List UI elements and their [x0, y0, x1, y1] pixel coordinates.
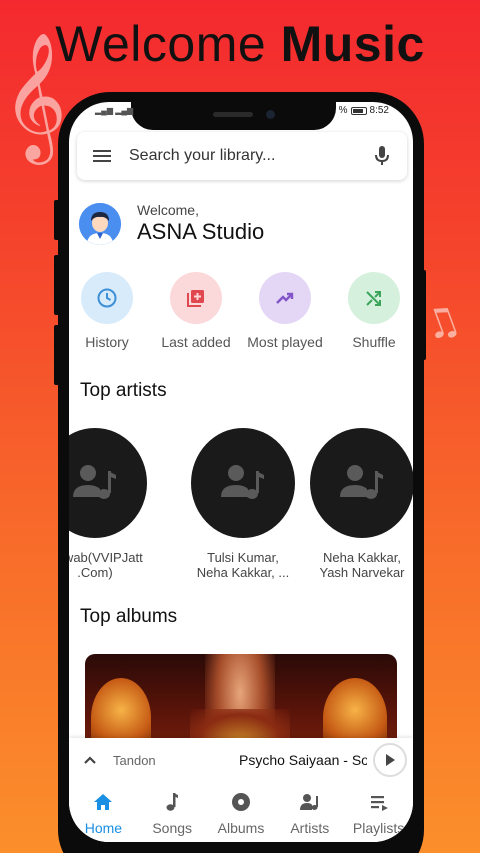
search-input[interactable]: [129, 147, 359, 165]
mini-player-title: Psycho Saiyaan - So: [239, 752, 367, 768]
artist-name: Neha Kakkar, Yash Narvekar: [319, 550, 405, 580]
headline-light: Welcome: [55, 16, 267, 72]
welcome-name: ASNA Studio: [137, 219, 265, 244]
welcome-greeting: Welcome,: [137, 202, 199, 218]
nav-songs[interactable]: Songs: [138, 782, 207, 842]
nav-home[interactable]: Home: [69, 782, 138, 842]
status-time: 8:52: [369, 105, 389, 116]
artist-name: Nawab(VVIPJatt .Com): [69, 550, 143, 580]
nav-albums[interactable]: Albums: [207, 782, 276, 842]
phone-side-button: [420, 270, 426, 360]
quick-action-label: Most played: [247, 334, 323, 350]
quick-action-most-played[interactable]: Most played: [241, 272, 329, 350]
album-icon: [231, 793, 250, 811]
nav-artists[interactable]: Artists: [275, 782, 344, 842]
artist-placeholder-icon: [69, 428, 147, 538]
bottom-nav: Home Songs Albums Artists Playlists: [69, 782, 413, 842]
phone-side-button: [54, 325, 60, 385]
banner-headline: Welcome Music: [0, 14, 480, 74]
treble-clef-icon: 𝄞: [2, 31, 68, 159]
quick-action-label: Shuffle: [352, 334, 396, 350]
nav-playlists[interactable]: Playlists: [344, 782, 413, 842]
artist-card[interactable]: Nawab(VVIPJatt .Com): [69, 428, 155, 580]
nav-label: Albums: [217, 820, 265, 836]
quick-action-label: Last added: [161, 334, 231, 350]
nav-label: Home: [84, 820, 123, 836]
artist-placeholder-icon: [191, 428, 295, 538]
avatar[interactable]: [79, 202, 121, 245]
battery-icon: [350, 106, 367, 115]
status-right: % 8:52: [339, 105, 389, 116]
menu-icon[interactable]: [93, 147, 111, 165]
top-artists-heading: Top artists: [80, 380, 167, 401]
phone-notch: [131, 102, 336, 130]
playlist-add-icon: [170, 272, 222, 324]
play-icon: [386, 754, 395, 766]
artist-placeholder-icon: [310, 428, 413, 538]
phone-side-button: [54, 255, 60, 315]
artist-card[interactable]: Tulsi Kumar, Neha Kakkar, ...: [183, 428, 303, 580]
artists-carousel: Nawab(VVIPJatt .Com) Tulsi Kumar, Neha K…: [69, 428, 413, 588]
quick-action-history[interactable]: History: [69, 272, 151, 350]
mini-player-artist: Tandon: [113, 752, 156, 768]
artist-icon: [299, 794, 318, 810]
nav-label: Playlists: [352, 820, 405, 836]
history-icon: [81, 272, 133, 324]
quick-action-label: History: [85, 334, 129, 350]
quick-action-shuffle[interactable]: Shuffle: [330, 272, 413, 350]
home-icon: [94, 794, 113, 810]
play-button[interactable]: [373, 743, 407, 777]
mini-player[interactable]: Tandon Psycho Saiyaan - So: [69, 738, 413, 782]
mic-icon[interactable]: [375, 146, 389, 166]
artist-card[interactable]: Neha Kakkar, Yash Narvekar: [302, 428, 413, 580]
phone-side-button: [54, 200, 60, 240]
artist-name: Tulsi Kumar, Neha Kakkar, ...: [196, 550, 290, 580]
chevron-up-icon[interactable]: [83, 755, 97, 765]
music-note-icon: [166, 793, 179, 811]
trending-up-icon: [259, 272, 311, 324]
quick-action-last-added[interactable]: Last added: [152, 272, 240, 350]
phone-screen: ▂▄▆ ▂▄▆ % 8:52 Welcome, ASNA Studio: [69, 102, 413, 842]
quick-actions: History Last added Most played Shuffle: [69, 272, 413, 352]
search-bar: [77, 132, 407, 180]
nav-label: Artists: [290, 820, 330, 836]
shuffle-icon: [348, 272, 400, 324]
playlist-icon: [370, 796, 388, 811]
welcome-block: Welcome, ASNA Studio: [79, 202, 264, 245]
signal-icon: ▂▄▆ ▂▄▆: [95, 106, 134, 115]
top-albums-heading: Top albums: [80, 606, 178, 627]
headline-bold: Music: [280, 16, 425, 72]
nav-label: Songs: [152, 820, 193, 836]
battery-percent: %: [338, 105, 348, 116]
